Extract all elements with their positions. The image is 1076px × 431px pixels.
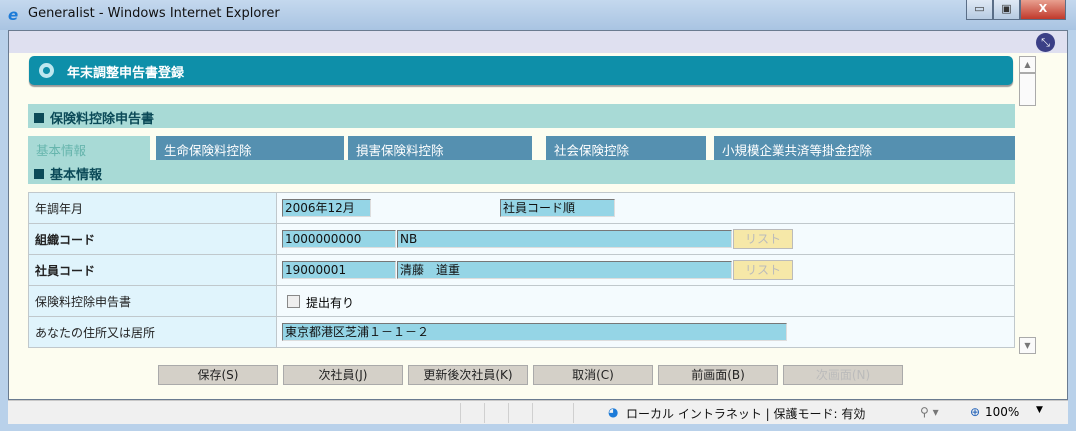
update-next-employee-button[interactable]: 更新後次社員(K) <box>408 365 528 385</box>
scroll-up-icon[interactable]: ▲ <box>1019 56 1036 73</box>
table-row: 組織コード 1000000000 NB リスト <box>28 223 1015 255</box>
square-icon <box>34 169 44 179</box>
status-divider <box>484 403 485 423</box>
page-title: 年末調整申告書登録 <box>67 66 185 81</box>
save-button[interactable]: 保存(S) <box>158 365 278 385</box>
scroll-down-icon[interactable]: ▼ <box>1019 337 1036 354</box>
org-code-input[interactable]: 1000000000 <box>282 230 396 248</box>
section-header-insurance: 保険料控除申告書 <box>28 104 1015 128</box>
zoom-icon: ⊕ <box>970 405 981 419</box>
table-row: 年調年月 2006年12月 社員コード順 <box>28 192 1015 224</box>
emp-name-input[interactable]: 清藤 道重 <box>397 261 732 279</box>
form-table: 年調年月 2006年12月 社員コード順 組織コード 1000000000 NB… <box>28 192 1015 348</box>
title-bar: e Generalist - Windows Internet Explorer… <box>0 0 1076 30</box>
status-bar: ◕ ローカル イントラネット | 保護モード: 有効 ⚲ ▾ ⊕ 100% ▼ <box>8 400 1068 424</box>
field-label: 組織コード <box>28 223 277 255</box>
field-label: 保険料控除申告書 <box>28 285 277 317</box>
field-value: 1000000000 NB リスト <box>276 223 1015 255</box>
field-label: 社員コード <box>28 254 277 286</box>
table-row: 社員コード 19000001 清藤 道重 リスト <box>28 254 1015 286</box>
page-content: ⤡ 年末調整申告書登録 保険料控除申告書 基本情報 生命保険料控除 損害保険料控… <box>8 30 1068 400</box>
status-divider <box>573 403 574 423</box>
status-divider <box>532 403 533 423</box>
emp-code-input[interactable]: 19000001 <box>282 261 396 279</box>
status-divider <box>460 403 461 423</box>
security-zone-text[interactable]: ローカル イントラネット | 保護モード: 有効 <box>626 405 865 422</box>
field-value: 2006年12月 社員コード順 <box>276 192 1015 224</box>
close-button[interactable]: X <box>1020 0 1066 20</box>
checkbox-label: 提出有り <box>306 296 355 310</box>
section-title: 保険料控除申告書 <box>50 112 155 127</box>
zoom-dropdown-icon[interactable]: ▼ <box>1036 405 1043 415</box>
tab-social-insurance[interactable]: 社会保険控除 <box>546 136 706 160</box>
submitted-checkbox[interactable] <box>287 295 300 308</box>
field-label: あなたの住所又は居所 <box>28 316 277 348</box>
square-icon <box>34 113 44 123</box>
ie-logo-icon: e <box>8 6 19 24</box>
year-month-input[interactable]: 2006年12月 <box>282 199 371 217</box>
previous-screen-button[interactable]: 前画面(B) <box>658 365 778 385</box>
scroll-thumb[interactable] <box>1019 73 1036 106</box>
tab-basic-info[interactable]: 基本情報 <box>28 136 150 160</box>
tab-damage-insurance[interactable]: 損害保険料控除 <box>348 136 532 160</box>
field-value: 東京都港区芝浦１－１－２ <box>276 316 1015 348</box>
table-row: 保険料控除申告書 提出有り <box>28 285 1015 317</box>
page-header: 年末調整申告書登録 <box>29 56 1013 85</box>
minimize-button[interactable]: ▭ <box>966 0 993 20</box>
table-row: あなたの住所又は居所 東京都港区芝浦１－１－２ <box>28 316 1015 348</box>
field-label: 年調年月 <box>28 192 277 224</box>
address-input[interactable]: 東京都港区芝浦１－１－２ <box>282 323 787 341</box>
vertical-scrollbar[interactable]: ▲ ▼ <box>1019 56 1036 354</box>
status-divider <box>508 403 509 423</box>
next-employee-button[interactable]: 次社員(J) <box>283 365 403 385</box>
compatibility-view-icon[interactable]: ⤡ <box>1036 33 1055 52</box>
field-value: 19000001 清藤 道重 リスト <box>276 254 1015 286</box>
protected-mode-icon[interactable]: ⚲ ▾ <box>920 405 939 419</box>
field-value: 提出有り <box>276 285 1015 317</box>
section-header-basic: 基本情報 <box>28 160 1015 184</box>
sort-order-select[interactable]: 社員コード順 <box>500 199 615 217</box>
emp-list-button[interactable]: リスト <box>733 260 793 280</box>
org-list-button[interactable]: リスト <box>733 229 793 249</box>
section-title: 基本情報 <box>50 168 103 183</box>
compat-strip <box>9 31 1067 53</box>
header-circle-icon <box>39 63 54 78</box>
org-name-input[interactable]: NB <box>397 230 732 248</box>
next-screen-button[interactable]: 次画面(N) <box>783 365 903 385</box>
intranet-globe-icon: ◕ <box>608 405 619 419</box>
zoom-level[interactable]: 100% <box>985 405 1019 419</box>
tab-life-insurance[interactable]: 生命保険料控除 <box>156 136 344 160</box>
tab-small-enterprise[interactable]: 小規模企業共済等掛金控除 <box>714 136 1015 160</box>
window-title: Generalist - Windows Internet Explorer <box>28 6 280 21</box>
cancel-button[interactable]: 取消(C) <box>533 365 653 385</box>
maximize-button[interactable]: ▣ <box>993 0 1020 20</box>
